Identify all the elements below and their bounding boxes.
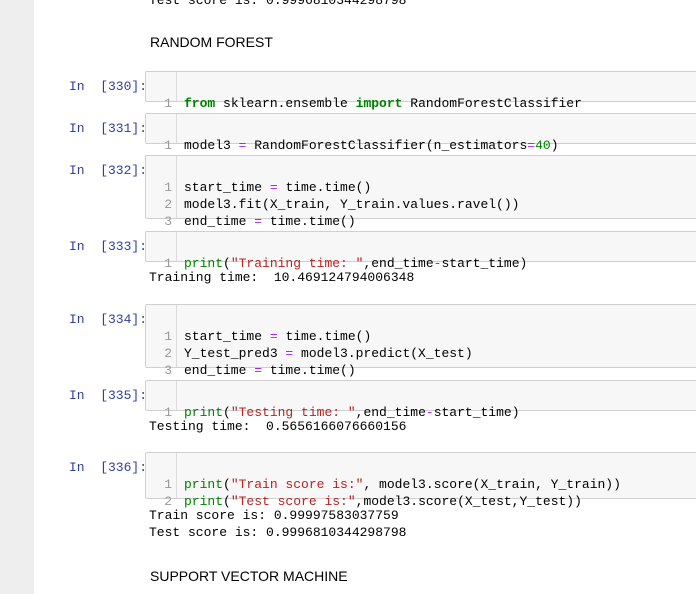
code-cell-335[interactable]: 1 print("Testing time: ",end_time-start_t… xyxy=(145,380,696,420)
cell-output-336-test: Test score is: 0.9996810344298798 xyxy=(149,525,407,540)
code-line: 1 print("Train score is:", model3.score(X… xyxy=(164,477,621,492)
code-line: 1 print("Testing time: ",end_time-start_t… xyxy=(164,405,520,420)
code-line: 2 print("Test score is:",model3.score(X_t… xyxy=(164,494,582,509)
code-line: 3 end_time = time.time() xyxy=(164,363,356,378)
code-line: 2 model3.fit(X_train, Y_train.values.rave… xyxy=(164,197,520,212)
code-cell-330[interactable]: 1 from sklearn.ensemble import RandomFore… xyxy=(145,71,696,111)
code-cell-332[interactable]: 1 start_time = time.time() 2 model3.fit(X_… xyxy=(145,155,696,229)
notebook-panel: Test score is: 0.9996810344298798 RANDOM… xyxy=(34,0,696,594)
markdown-heading-random-forest: RANDOM FOREST xyxy=(150,34,273,50)
code-cell-336[interactable]: 1 print("Train score is:", model3.score(X… xyxy=(145,452,696,509)
markdown-heading-svm: SUPPORT VECTOR MACHINE xyxy=(150,568,348,584)
code-cell-334[interactable]: 1 start_time = time.time() 2 Y_test_pred3 … xyxy=(145,304,696,378)
code-cell-333[interactable]: 1 print("Training time: ",end_time-start_… xyxy=(145,231,696,271)
code-cell-331[interactable]: 1 model3 = RandomForestClassifier(n_estim… xyxy=(145,113,696,153)
code-line: 1 start_time = time.time() xyxy=(164,329,372,344)
cell-output-partial: Test score is: 0.9996810344298798 xyxy=(149,0,407,8)
code-line: 2 Y_test_pred3 = model3.predict(X_test) xyxy=(164,346,473,361)
code-line: 3 end_time = time.time() xyxy=(164,214,356,229)
code-line: 1 model3 = RandomForestClassifier(n_estim… xyxy=(164,138,559,153)
cell-output-336-train: Train score is: 0.99997583037759 xyxy=(149,508,399,523)
code-line: 1 print("Training time: ",end_time-start_… xyxy=(164,256,528,271)
cell-output-335: Testing time: 0.5656166076660156 xyxy=(149,419,407,434)
cell-output-333: Training time: 10.469124794006348 xyxy=(149,270,415,285)
code-line: 1 from sklearn.ensemble import RandomFore… xyxy=(164,96,582,111)
code-line: 1 start_time = time.time() xyxy=(164,180,372,195)
